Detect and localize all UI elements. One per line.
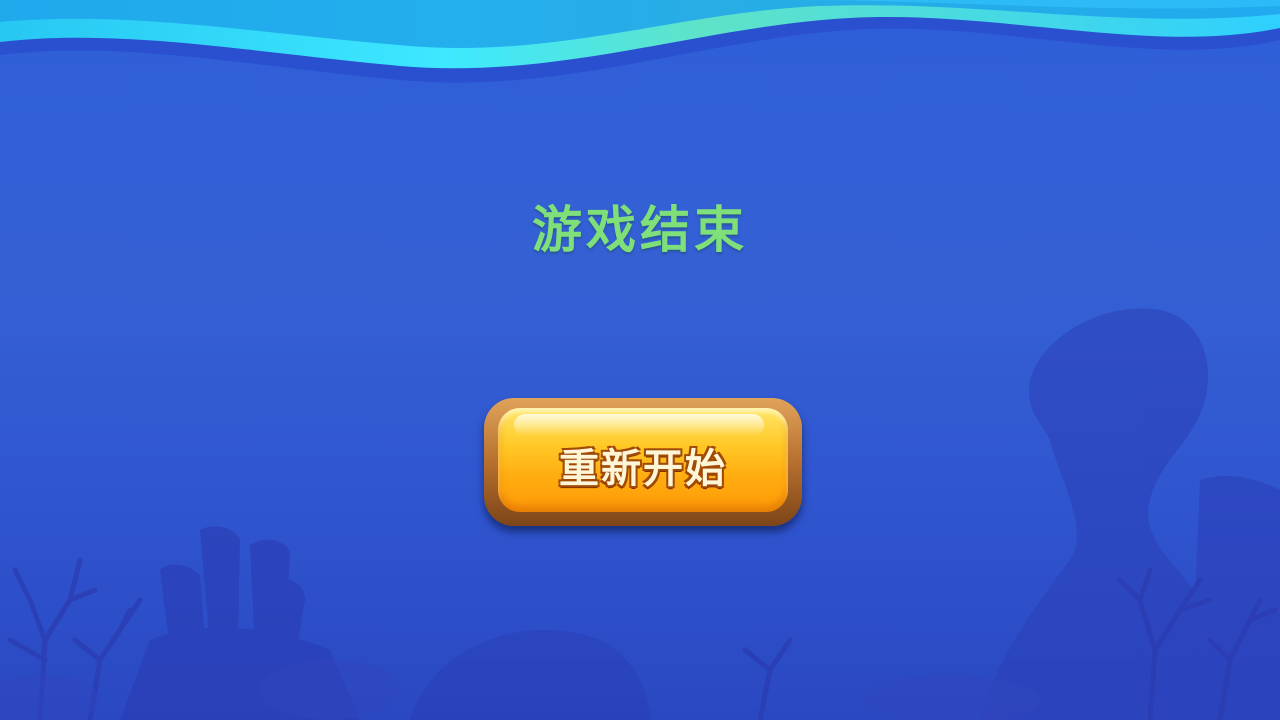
game-over-title: 游戏结束 xyxy=(532,201,748,259)
coral-reef-decoration xyxy=(0,308,1280,720)
game-over-scene: 游戏结束 重新开始 xyxy=(0,0,1280,720)
restart-button[interactable]: 重新开始 xyxy=(484,398,802,528)
restart-button-label[interactable]: 重新开始 xyxy=(484,436,802,494)
restart-button-shine[interactable] xyxy=(514,414,764,436)
